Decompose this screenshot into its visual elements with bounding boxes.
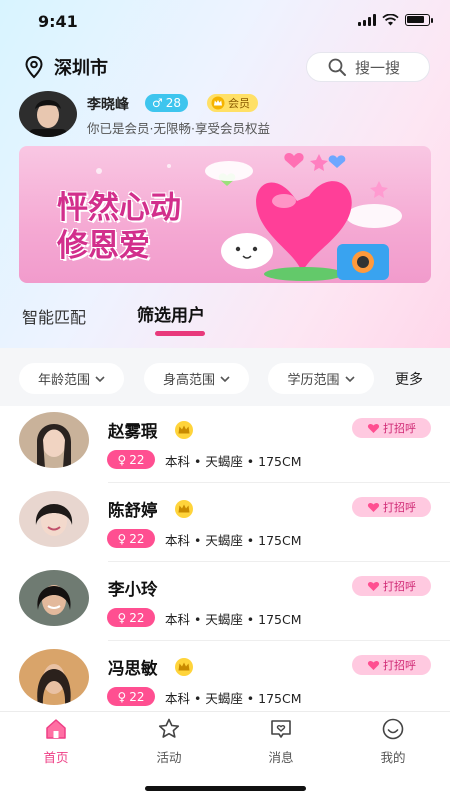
tab-label: 活动 <box>156 750 182 765</box>
heart-chat-icon <box>367 581 380 591</box>
tab-label: 消息 <box>268 750 294 765</box>
age-badge: ♀ 22 <box>107 687 155 706</box>
battery-level <box>407 16 424 23</box>
row-divider <box>108 561 450 562</box>
user-photo[interactable] <box>19 412 89 468</box>
greet-button[interactable]: 打招呼 <box>352 576 431 596</box>
gender-age-badge: ♂ 28 <box>145 94 189 112</box>
chevron-down-icon <box>220 375 230 382</box>
vip-label: 会员 <box>228 97 250 110</box>
female-icon: ♀ <box>117 452 127 467</box>
age-range-filter[interactable]: 年龄范围 <box>19 363 124 394</box>
status-time: 9:41 <box>38 12 78 31</box>
female-icon: ♀ <box>117 610 127 625</box>
row-divider <box>108 640 450 641</box>
age-badge: ♀ 22 <box>107 450 155 469</box>
education-range-filter[interactable]: 学历范围 <box>268 363 374 394</box>
match-tabs: 智能匹配 筛选用户 <box>0 296 450 348</box>
tab-home[interactable]: 首页 <box>26 717 86 766</box>
tab-messages[interactable]: 消息 <box>251 717 311 766</box>
tab-smart-match[interactable]: 智能匹配 <box>22 304 86 328</box>
age-badge: ♀ 22 <box>107 529 155 548</box>
user-name: 赵雾瑕 <box>108 422 158 441</box>
user-name: 冯思敏 <box>108 659 158 678</box>
user-membership-description: 你已是会员·无限畅·享受会员权益 <box>87 121 270 136</box>
male-icon: ♂ <box>152 96 163 110</box>
location-pin-icon <box>25 55 43 79</box>
home-indicator <box>145 786 306 791</box>
greet-label: 打招呼 <box>383 659 416 672</box>
age-value: 22 <box>129 610 145 625</box>
age-value: 22 <box>129 689 145 704</box>
filter-label: 身高范围 <box>162 373 215 388</box>
age-badge: ♀ 22 <box>107 608 155 627</box>
status-icons <box>358 14 433 26</box>
crown-icon <box>211 96 225 110</box>
list-item[interactable]: 赵雾瑕 ♀ 22 本科 • 天蝎座 • 175CM 打招呼 <box>0 406 450 485</box>
vip-crown-icon <box>175 658 193 676</box>
active-tab-indicator <box>155 331 205 336</box>
user-photo[interactable] <box>19 649 89 705</box>
vip-badge: 会员 <box>207 94 258 112</box>
status-bar: 9:41 <box>0 0 450 44</box>
female-icon: ♀ <box>117 531 127 546</box>
row-divider <box>108 482 450 483</box>
age-value: 22 <box>129 452 145 467</box>
user-info: 本科 • 天蝎座 • 175CM <box>165 691 302 706</box>
user-info: 本科 • 天蝎座 • 175CM <box>165 533 302 548</box>
user-photo[interactable] <box>19 570 89 626</box>
age-value: 22 <box>129 531 145 546</box>
chevron-down-icon <box>95 375 105 382</box>
heart-chat-icon <box>367 502 380 512</box>
user-info: 本科 • 天蝎座 • 175CM <box>165 454 302 469</box>
location-selector[interactable]: 深圳市 <box>22 54 108 80</box>
vip-crown-icon <box>175 421 193 439</box>
more-filters-button[interactable]: 更多 <box>395 369 423 389</box>
heart-chat-icon <box>367 423 380 433</box>
user-name: 陈舒婷 <box>108 501 158 520</box>
cellular-signal-icon <box>358 14 376 26</box>
greet-button[interactable]: 打招呼 <box>352 497 431 517</box>
user-name: 李晓峰 <box>87 97 129 113</box>
wifi-icon <box>382 14 399 26</box>
search-placeholder: 搜一搜 <box>355 58 401 77</box>
avatar[interactable] <box>19 91 77 137</box>
greet-button[interactable]: 打招呼 <box>352 418 431 438</box>
user-photo[interactable] <box>19 491 89 547</box>
vip-crown-icon <box>175 500 193 518</box>
filter-label: 学历范围 <box>287 373 340 388</box>
tab-activity[interactable]: 活动 <box>139 717 199 766</box>
promo-banner[interactable]: 怦然心动 修恩爱 <box>19 146 431 283</box>
search-input[interactable]: 搜一搜 <box>306 52 430 82</box>
user-name: 李小玲 <box>108 580 158 599</box>
city-label: 深圳市 <box>54 58 108 79</box>
home-icon <box>46 719 66 739</box>
tab-filter-users[interactable]: 筛选用户 <box>137 301 205 326</box>
age-value: 28 <box>165 96 182 110</box>
list-item[interactable]: 李小玲 ♀ 22 本科 • 天蝎座 • 175CM 打招呼 <box>0 564 450 643</box>
smile-profile-icon <box>382 718 404 740</box>
greet-label: 打招呼 <box>383 422 416 435</box>
filter-bar: 年龄范围 身高范围 学历范围 更多 <box>0 348 450 406</box>
height-range-filter[interactable]: 身高范围 <box>144 363 249 394</box>
star-icon <box>158 718 180 738</box>
message-heart-icon <box>271 720 291 738</box>
list-item[interactable]: 陈舒婷 ♀ 22 本科 • 天蝎座 • 175CM 打招呼 <box>0 485 450 564</box>
filter-label: 年龄范围 <box>37 373 90 388</box>
greet-label: 打招呼 <box>383 580 416 593</box>
user-info: 本科 • 天蝎座 • 175CM <box>165 612 302 627</box>
greet-label: 打招呼 <box>383 501 416 514</box>
greet-button[interactable]: 打招呼 <box>352 655 431 675</box>
female-icon: ♀ <box>117 689 127 704</box>
tab-label: 我的 <box>380 750 406 765</box>
banner-headline-line2: 修恩爱 <box>57 228 150 264</box>
search-icon <box>328 58 346 76</box>
chevron-down-icon <box>344 375 355 382</box>
tab-profile[interactable]: 我的 <box>363 717 423 766</box>
tab-label: 首页 <box>43 750 69 765</box>
heart-chat-icon <box>367 660 380 670</box>
current-user-card[interactable]: 李晓峰 ♂ 28 会员 你已是会员·无限畅·享受会员权益 <box>19 91 439 139</box>
battery-icon <box>405 14 433 26</box>
